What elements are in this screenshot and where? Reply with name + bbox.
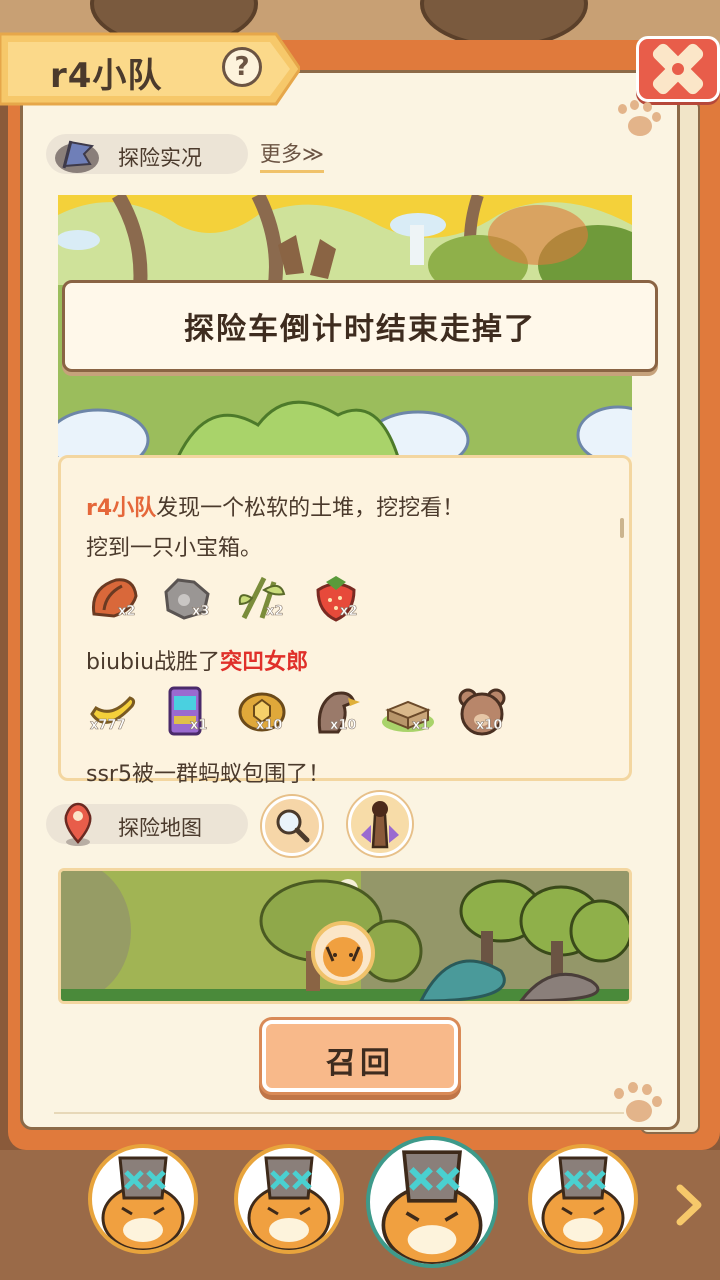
page-divider xyxy=(54,1112,624,1114)
item-quantity: x2 xyxy=(340,604,358,620)
expedition-live-label: 探险实况 xyxy=(118,146,202,170)
recall-button[interactable]: 召回 xyxy=(262,1020,458,1092)
help-button[interactable]: ? xyxy=(222,47,262,87)
arcade-machine-icon xyxy=(168,686,202,736)
team-member-avatar[interactable] xyxy=(88,1144,198,1254)
item-quantity: x10 xyxy=(330,718,357,734)
enemy-name-highlight: 突凹女郎 xyxy=(220,650,309,675)
log-action: 战胜了 xyxy=(154,650,221,675)
map-boss-button[interactable] xyxy=(348,792,412,856)
more-link[interactable]: 更多≫ xyxy=(260,138,324,173)
location-pin-icon xyxy=(64,802,92,846)
close-icon xyxy=(652,43,704,95)
team-member-avatar-selected[interactable] xyxy=(366,1136,498,1268)
item-quantity: x2 xyxy=(118,604,136,620)
log-scrollbar[interactable] xyxy=(620,518,624,538)
monster-icon xyxy=(361,801,399,849)
item-quantity: x10 xyxy=(476,718,503,734)
map-search-button[interactable] xyxy=(262,796,322,856)
item-quantity: x10 xyxy=(256,718,283,734)
item-quantity: x1 xyxy=(412,718,430,734)
tiger-icon xyxy=(247,1156,331,1250)
flag-icon xyxy=(55,140,99,173)
item-quantity: x777 xyxy=(90,718,126,734)
player-name: biubiu xyxy=(86,650,155,675)
recall-label: 召回 xyxy=(326,1046,394,1081)
expedition-map-view[interactable] xyxy=(58,868,632,1004)
expedition-map-label: 探险地图 xyxy=(118,816,202,840)
close-button[interactable] xyxy=(636,36,720,102)
log-line: biubiu战胜了突凹女郎 xyxy=(86,644,308,676)
team-name-highlight: r4小队 xyxy=(86,496,157,521)
magnifier-icon xyxy=(276,809,310,843)
log-line: 挖到一只小宝箱。 xyxy=(86,536,263,561)
team-member-avatar[interactable] xyxy=(234,1144,344,1254)
toast-message: 探险车倒计时结束走掉了 xyxy=(184,312,536,347)
log-line: r4小队发现一个松软的土堆，挖挖看！ xyxy=(86,490,464,522)
tiger-icon xyxy=(541,1156,625,1250)
tiger-icon xyxy=(381,1150,483,1264)
log-line: ssr5被一群蚂蚁包围了！ xyxy=(86,762,330,787)
chevron-right-icon xyxy=(676,1184,702,1226)
tiger-icon xyxy=(101,1156,185,1250)
team-title: r4小队 xyxy=(50,56,163,96)
item-quantity: x3 xyxy=(192,604,210,620)
team-member-avatar[interactable] xyxy=(528,1144,638,1254)
item-quantity: x1 xyxy=(190,718,208,734)
log-text: 发现一个松软的土堆，挖挖看！ xyxy=(156,496,465,521)
next-page-button[interactable] xyxy=(668,1180,708,1230)
item-quantity: x2 xyxy=(266,604,284,620)
